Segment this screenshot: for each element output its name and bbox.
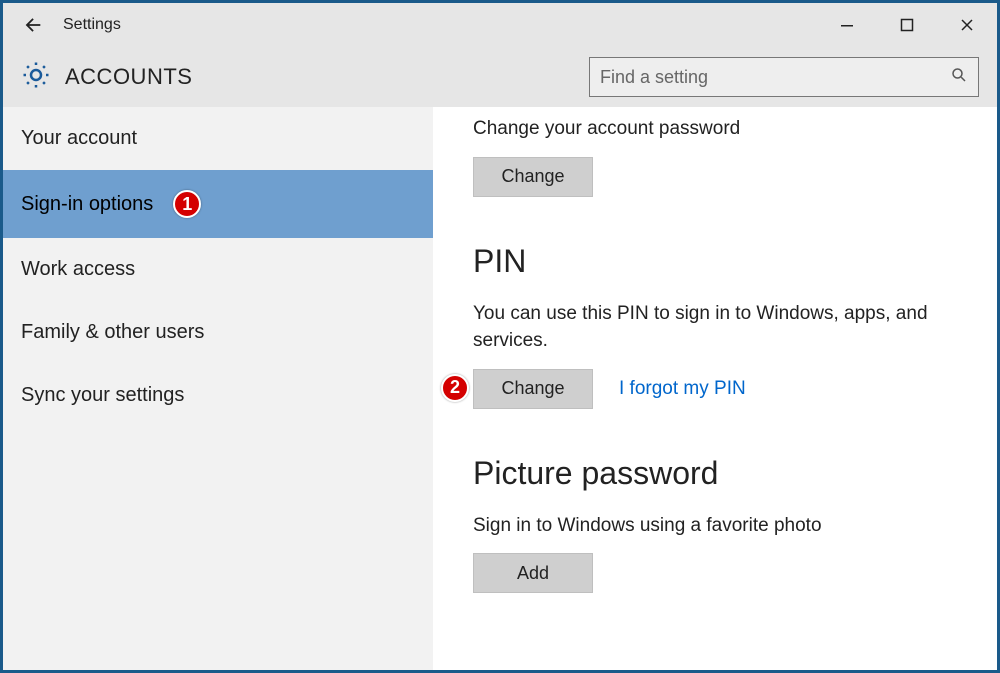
sidebar-item-label: Sign-in options (21, 193, 153, 216)
gear-icon (21, 60, 51, 90)
pin-actions-row: 2 Change I forgot my PIN (473, 369, 967, 409)
caption-buttons (817, 3, 997, 47)
arrow-left-icon (22, 14, 44, 36)
sidebar-item-family-other-users[interactable]: Family & other users (3, 301, 433, 364)
sidebar-item-sync-settings[interactable]: Sync your settings (3, 364, 433, 427)
sidebar-item-sign-in-options[interactable]: Sign-in options 1 (3, 170, 433, 238)
titlebar: Settings (3, 3, 997, 47)
picture-password-heading: Picture password (473, 455, 967, 492)
sidebar-item-your-account[interactable]: Your account (3, 107, 433, 170)
picture-password-description: Sign in to Windows using a favorite phot… (473, 512, 967, 540)
pin-heading: PIN (473, 243, 967, 280)
change-password-button[interactable]: Change (473, 157, 593, 197)
back-button[interactable] (3, 3, 63, 47)
close-button[interactable] (937, 3, 997, 47)
forgot-pin-link[interactable]: I forgot my PIN (619, 378, 746, 400)
password-description: Change your account password (473, 115, 967, 143)
settings-window: Settings ACCOUNTS (0, 0, 1000, 673)
annotation-badge-1: 1 (173, 190, 201, 218)
body: Your account Sign-in options 1 Work acce… (3, 107, 997, 670)
annotation-badge-2: 2 (441, 374, 469, 402)
search-box[interactable] (589, 57, 979, 97)
search-input[interactable] (600, 67, 950, 88)
sidebar-item-label: Family & other users (21, 321, 204, 344)
sidebar-item-label: Your account (21, 127, 137, 150)
search-icon (950, 66, 968, 89)
minimize-button[interactable] (817, 3, 877, 47)
settings-gear-icon[interactable] (21, 60, 51, 95)
close-icon (960, 18, 974, 32)
sidebar: Your account Sign-in options 1 Work acce… (3, 107, 433, 670)
section-title: ACCOUNTS (65, 64, 405, 90)
window-title: Settings (63, 16, 121, 34)
header: ACCOUNTS (3, 47, 997, 107)
sidebar-item-label: Sync your settings (21, 384, 184, 407)
minimize-icon (840, 18, 854, 32)
content-panel: Change your account password Change PIN … (433, 107, 997, 670)
pin-description: You can use this PIN to sign in to Windo… (473, 300, 967, 355)
add-picture-password-button[interactable]: Add (473, 553, 593, 593)
sidebar-item-work-access[interactable]: Work access (3, 238, 433, 301)
sidebar-item-label: Work access (21, 258, 135, 281)
maximize-button[interactable] (877, 3, 937, 47)
search-container (419, 57, 979, 97)
change-pin-button[interactable]: Change (473, 369, 593, 409)
maximize-icon (900, 18, 914, 32)
